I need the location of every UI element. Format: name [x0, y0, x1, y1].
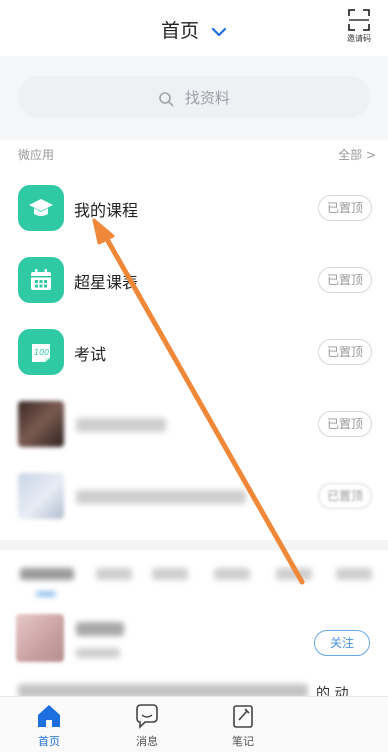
follow-button[interactable]: 关注 — [314, 630, 370, 656]
app-row-exam[interactable]: 100 考试 已置顶 — [0, 317, 388, 389]
app-row-schedule[interactable]: 超星课表 已置顶 — [0, 245, 388, 317]
tab-home[interactable]: 首页 — [14, 701, 84, 749]
feed-author-name — [76, 622, 124, 636]
app-tile: 100 — [18, 329, 64, 375]
tab-label: 首页 — [38, 735, 60, 748]
search-placeholder: 找资料 — [184, 89, 230, 107]
scan-button[interactable]: 邀请码 — [342, 8, 376, 48]
pinned-button[interactable]: 已置顶 — [318, 267, 372, 293]
pinned-button[interactable]: 已置顶 — [318, 195, 372, 221]
calendar-icon — [31, 269, 51, 290]
section-divider — [0, 540, 388, 550]
app-label: 超星课表 — [74, 273, 139, 292]
app-tile — [18, 185, 64, 231]
search-bar[interactable]: 找资料 — [18, 76, 370, 118]
tab-notes[interactable]: 笔记 — [208, 701, 278, 749]
pinned-button[interactable]: 已置顶 — [318, 339, 372, 365]
app-thumbnail — [18, 401, 64, 447]
feed-tab[interactable] — [96, 568, 132, 580]
home-title-dropdown[interactable]: 首页 — [0, 16, 388, 43]
tab-label: 消息 — [136, 735, 158, 748]
app-label: 我的课程 — [74, 201, 139, 220]
feed-tab[interactable] — [336, 568, 372, 580]
feed-tab[interactable] — [152, 568, 188, 580]
feed-tab[interactable] — [20, 568, 74, 580]
feed-author-meta — [76, 648, 120, 658]
feed-tabs — [0, 558, 388, 596]
app-row-blurred-2[interactable]: 已置顶 — [0, 461, 388, 533]
see-all-link[interactable]: 全部 > — [338, 146, 376, 163]
graduation-cap-icon — [29, 199, 53, 216]
exam-100-icon: 100 — [32, 344, 50, 362]
app-row-my-courses[interactable]: 我的课程 已置顶 — [0, 173, 388, 245]
bottom-tab-bar: 首页 消息 笔记 — [0, 696, 388, 752]
app-label: 考试 — [74, 345, 107, 364]
scan-label: 邀请码 — [347, 34, 371, 43]
blurred-label — [76, 490, 246, 504]
feed-tab[interactable] — [214, 568, 250, 580]
chevron-down-icon — [211, 27, 227, 36]
page-title: 首页 — [160, 20, 199, 42]
micro-apps-header: 微应用 全部 > — [18, 146, 376, 166]
scan-frame-icon — [348, 9, 370, 31]
chat-bubble-icon — [136, 704, 158, 729]
pinned-button[interactable]: 已置顶 — [318, 483, 372, 509]
top-bar: 首页 邀请码 — [0, 0, 388, 56]
svg-text:100: 100 — [34, 348, 49, 357]
app-thumbnail — [18, 473, 64, 519]
active-tab-indicator — [36, 592, 56, 596]
section-title: 微应用 — [18, 148, 55, 162]
note-icon — [233, 705, 253, 728]
search-icon — [159, 91, 174, 107]
blurred-label — [76, 418, 166, 432]
app-row-blurred-1[interactable]: 已置顶 — [0, 389, 388, 461]
pinned-button[interactable]: 已置顶 — [318, 411, 372, 437]
home-icon — [38, 705, 60, 727]
app-tile — [18, 257, 64, 303]
feed-tab[interactable] — [276, 568, 312, 580]
tab-messages[interactable]: 消息 — [112, 701, 182, 749]
feed-avatar[interactable] — [16, 614, 64, 662]
tab-label: 笔记 — [232, 735, 254, 748]
